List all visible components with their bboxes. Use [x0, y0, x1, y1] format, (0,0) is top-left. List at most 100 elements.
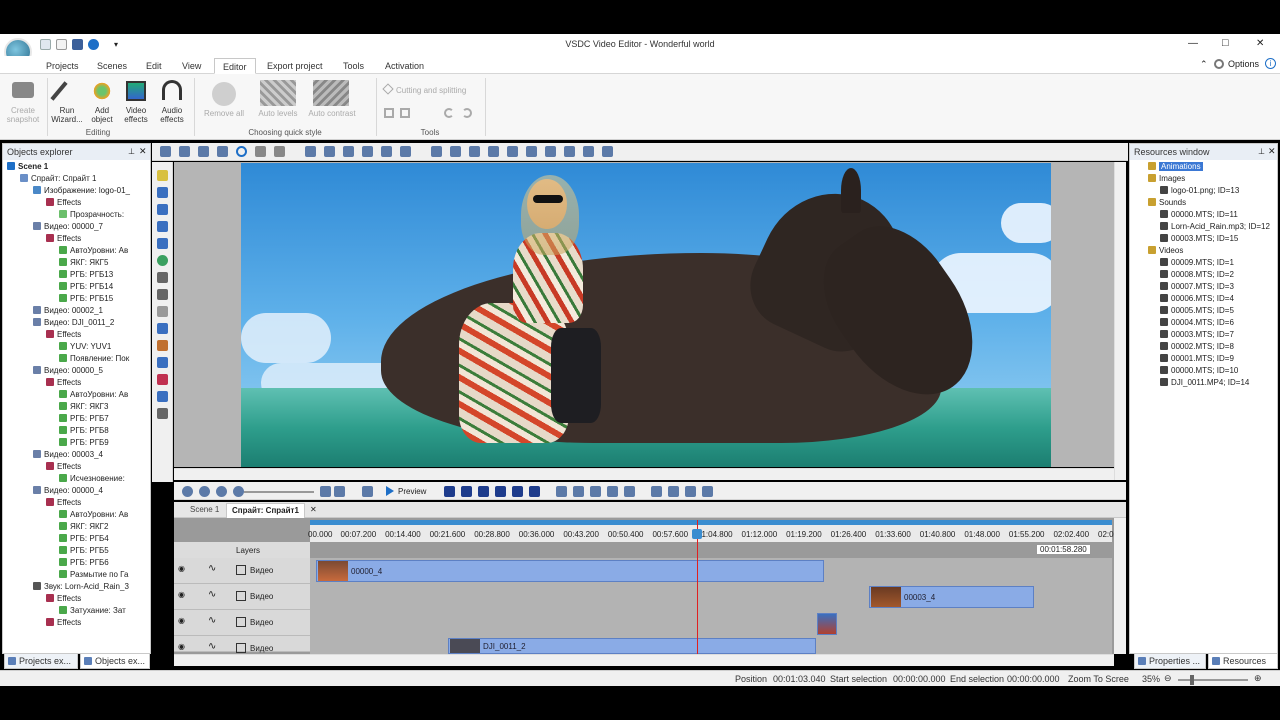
create-snapshot-button[interactable]: Create snapshot: [2, 106, 44, 124]
resource-item[interactable]: Videos: [1148, 246, 1183, 255]
cutting-splitting-button[interactable]: Cutting and splitting: [396, 86, 466, 95]
remove-all-button[interactable]: Remove all: [200, 109, 248, 118]
visibility-eye-icon[interactable]: ◉: [178, 564, 185, 573]
tab-activation[interactable]: Activation: [377, 58, 432, 74]
tree-item[interactable]: YUV: YUV1: [59, 342, 111, 351]
resource-item[interactable]: Sounds: [1148, 198, 1186, 207]
align-bottom-icon[interactable]: [400, 146, 411, 157]
align-middle-icon[interactable]: [381, 146, 392, 157]
align-left-icon[interactable]: [305, 146, 316, 157]
rectangle-tool-icon[interactable]: [157, 187, 168, 198]
resource-item[interactable]: 00005.MTS; ID=5: [1160, 306, 1234, 315]
tree-item[interactable]: Видео: 00000_4: [33, 486, 103, 495]
close-sprite-tab-icon[interactable]: ✕: [310, 505, 317, 514]
resource-item[interactable]: 00000.MTS; ID=11: [1160, 210, 1238, 219]
fast-forward-icon[interactable]: [512, 486, 523, 497]
tree-item[interactable]: АвтоУровни: Ав: [59, 246, 128, 255]
tree-item[interactable]: Изображение: logo-01_: [33, 186, 130, 195]
tab-tools[interactable]: Tools: [335, 58, 372, 74]
resource-item[interactable]: 00009.MTS; ID=1: [1160, 258, 1234, 267]
skip-end-icon[interactable]: [529, 486, 540, 497]
rotate-right-icon[interactable]: [462, 108, 472, 118]
visibility-eye-icon[interactable]: ◉: [178, 642, 185, 651]
zoom-out-icon[interactable]: ⊖: [1164, 673, 1172, 684]
music-tool-icon[interactable]: [157, 374, 168, 385]
tree-item[interactable]: Effects: [46, 330, 81, 339]
audio-wave-icon[interactable]: ∿: [208, 615, 216, 626]
picture-tool-icon[interactable]: [157, 357, 168, 368]
pointer-tool-icon[interactable]: [157, 170, 168, 181]
tree-item[interactable]: РГБ: РГБ6: [59, 558, 109, 567]
video-preview-frame[interactable]: [241, 163, 1051, 467]
add-object-button[interactable]: Add object: [84, 106, 120, 124]
trim-icon[interactable]: [400, 108, 410, 118]
crop-tool-icon[interactable]: [602, 146, 613, 157]
tree-item[interactable]: РГБ: РГБ13: [59, 270, 113, 279]
maximize-button[interactable]: □: [1222, 37, 1229, 49]
overwrite-icon[interactable]: [702, 486, 713, 497]
redo-icon[interactable]: [274, 146, 285, 157]
playhead-line[interactable]: [697, 520, 698, 654]
resource-item[interactable]: 00003.MTS; ID=7: [1160, 330, 1234, 339]
preview-button[interactable]: Preview: [398, 487, 426, 496]
right-tab-resources[interactable]: Resources ...: [1208, 653, 1278, 676]
trim-end-icon[interactable]: [590, 486, 601, 497]
track-header[interactable]: ◉ ∿ Видео: [174, 610, 310, 636]
align-top-icon[interactable]: [362, 146, 373, 157]
split-icon[interactable]: [556, 486, 567, 497]
tree-item[interactable]: АвтоУровни: Ав: [59, 390, 128, 399]
right-tab-properties[interactable]: Properties ...: [1134, 653, 1206, 669]
align-right-icon[interactable]: [343, 146, 354, 157]
help-icon[interactable]: i: [1265, 58, 1276, 69]
ellipse-tool-icon[interactable]: [157, 255, 168, 266]
crop-icon[interactable]: [384, 108, 394, 118]
resource-item[interactable]: 00006.MTS; ID=4: [1160, 294, 1234, 303]
animation-tool-icon[interactable]: [157, 340, 168, 351]
tree-item[interactable]: РГБ: РГБ14: [59, 282, 113, 291]
delete-icon[interactable]: [217, 146, 228, 157]
preview-hscrollbar[interactable]: [174, 468, 1114, 480]
resource-item[interactable]: logo-01.png; ID=13: [1160, 186, 1239, 195]
audio-wave-icon[interactable]: ∿: [208, 641, 216, 652]
move-up-icon[interactable]: [469, 146, 480, 157]
tree-item[interactable]: ЯКГ: ЯКГ2: [59, 522, 108, 531]
zoom-in-icon[interactable]: ⊕: [1254, 673, 1262, 684]
left-tab-objects-explorer[interactable]: Objects ex...: [80, 653, 150, 669]
tree-item[interactable]: РГБ: РГБ9: [59, 438, 109, 447]
copy-icon[interactable]: [179, 146, 190, 157]
resource-item[interactable]: Images: [1148, 174, 1185, 183]
close-panel-icon[interactable]: ✕: [1268, 146, 1276, 157]
tree-item[interactable]: ЯКГ: ЯКГ3: [59, 402, 108, 411]
select-region-icon[interactable]: [236, 146, 247, 157]
zoom-min-icon[interactable]: [233, 486, 244, 497]
left-tab-projects-explorer[interactable]: Projects ex...: [4, 653, 78, 669]
filled-rect-tool-icon[interactable]: [157, 238, 168, 249]
tree-item[interactable]: Effects: [46, 462, 81, 471]
line-tool-icon[interactable]: [157, 221, 168, 232]
tree-item[interactable]: Effects: [46, 378, 81, 387]
tree-item[interactable]: Появление: Пок: [59, 354, 129, 363]
resource-item[interactable]: 00004.MTS; ID=6: [1160, 318, 1234, 327]
resource-item[interactable]: Animations: [1148, 162, 1203, 171]
undo-tl-icon[interactable]: [607, 486, 618, 497]
marker-icon[interactable]: [564, 146, 575, 157]
zoom-range-icon[interactable]: [334, 486, 345, 497]
pen-tool-icon[interactable]: [157, 306, 168, 317]
trim-start-icon[interactable]: [573, 486, 584, 497]
zoom-fit-icon[interactable]: [216, 486, 227, 497]
tree-item[interactable]: РГБ: РГБ15: [59, 294, 113, 303]
image-object-tool-icon[interactable]: [157, 204, 168, 215]
align-center-icon[interactable]: [324, 146, 335, 157]
cut-icon[interactable]: [160, 146, 171, 157]
tab-edit[interactable]: Edit: [138, 58, 170, 74]
skip-start-icon[interactable]: [444, 486, 455, 497]
flag-icon[interactable]: [583, 146, 594, 157]
tree-item[interactable]: Затухание: Зат: [59, 606, 126, 615]
minimize-button[interactable]: —: [1188, 38, 1198, 49]
sprite-tab[interactable]: Спрайт: Спрайт1: [226, 503, 305, 518]
send-backward-icon[interactable]: [450, 146, 461, 157]
playhead-handle[interactable]: [692, 529, 702, 539]
resource-item[interactable]: 00003.MTS; ID=15: [1160, 234, 1238, 243]
tab-editor[interactable]: Editor: [214, 58, 256, 74]
redo-tl-icon[interactable]: [624, 486, 635, 497]
